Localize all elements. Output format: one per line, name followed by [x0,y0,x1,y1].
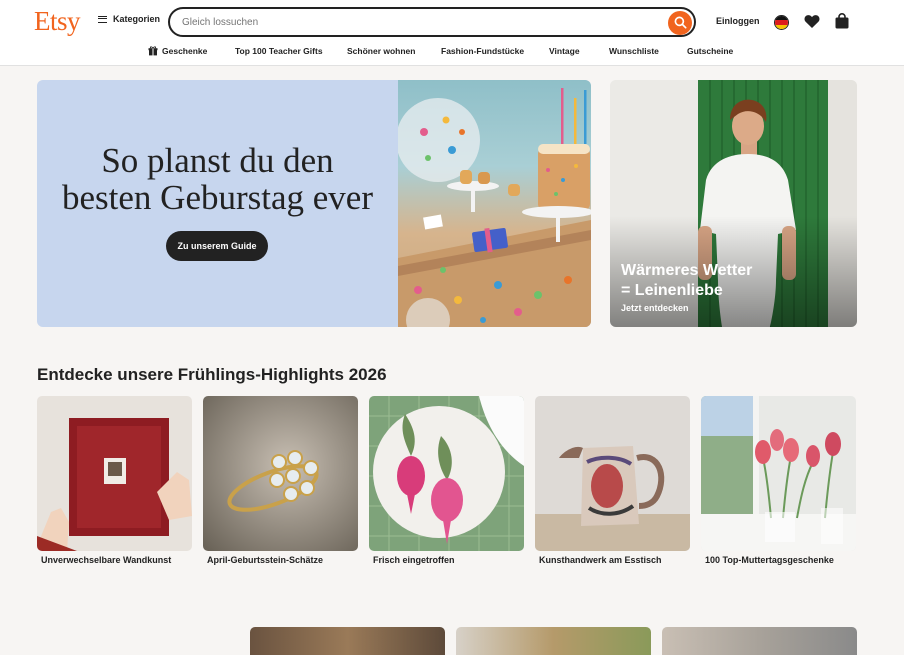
nav-item-vintage[interactable]: Vintage [549,46,580,56]
categories-button[interactable]: Kategorien [98,14,160,24]
hero-banner[interactable]: So planst du den besten Geburstag ever Z… [37,80,591,327]
bottom-teaser-image[interactable] [662,627,857,655]
search-bar [168,7,696,37]
card-label: Unverwechselbare Wandkunst [41,555,172,565]
linen-banner-link[interactable]: Jetzt entdecken [621,303,689,313]
menu-icon [98,15,107,23]
bottom-teaser-image[interactable] [456,627,651,655]
highlight-card-geburtsstein[interactable]: April-Geburtsstein-Schätze [203,396,358,565]
wall-art-image [37,396,192,551]
nav-label: Wunschliste [609,46,659,56]
nav-item-teacher-gifts[interactable]: Top 100 Teacher Gifts [235,46,323,56]
nav-item-fashion[interactable]: Fashion-Fundstücke [441,46,524,56]
search-icon [674,16,687,29]
birthstone-ring-image [203,396,358,551]
linen-banner[interactable]: Wärmeres Wetter = Leinenliebe Jetzt entd… [610,80,857,327]
nav-label: Schöner wohnen [347,46,416,56]
card-label: April-Geburtsstein-Schätze [207,555,324,565]
card-label: Kunsthandwerk am Esstisch [539,555,662,565]
login-button[interactable]: Einloggen [716,16,760,26]
hero-title: So planst du den besten Geburstag ever [47,142,388,216]
highlight-card-wandkunst[interactable]: Unverwechselbare Wandkunst [37,396,192,565]
new-arrivals-image [369,396,524,551]
nav-item-schoener-wohnen[interactable]: Schöner wohnen [347,46,415,56]
hero-title-line: besten Geburstag ever [62,178,373,217]
shopping-bag-icon[interactable] [835,13,849,29]
birthday-party-image [396,80,591,327]
guide-button[interactable]: Zu unserem Guide [166,231,268,261]
top-bar: Etsy Kategorien Einloggen [0,0,904,44]
etsy-logo[interactable]: Etsy [34,6,81,37]
nav-item-geschenke[interactable]: Geschenke [148,46,207,56]
highlights-title: Entdecke unsere Frühlings-Highlights 202… [37,365,387,384]
nav-label: Fashion-Fundstücke [441,46,525,56]
highlight-card-kunsthandwerk[interactable]: Kunsthandwerk am Esstisch [535,396,690,565]
linen-banner-title-line: = Leinenliebe [621,282,723,299]
category-nav: Geschenke Top 100 Teacher Gifts Schöner … [0,44,904,66]
categories-label: Kategorien [113,14,161,24]
linen-banner-title: Wärmeres Wetter = Leinenliebe [621,261,821,301]
nav-item-wunschliste[interactable]: Wunschliste [609,46,659,56]
highlight-card-frisch[interactable]: Frisch eingetroffen [369,396,524,565]
gift-icon [148,46,158,56]
germany-flag-icon[interactable] [774,15,789,30]
search-button[interactable] [668,10,692,35]
tulip-image [701,396,856,551]
linen-banner-title-line: Wärmeres Wetter [621,262,753,279]
nav-label: Gutscheine [687,46,734,56]
nav-label: Top 100 Teacher Gifts [235,46,323,56]
bottom-teaser-image[interactable] [250,627,445,655]
birthday-illustration [396,88,591,327]
card-label: Frisch eingetroffen [373,555,455,565]
highlight-card-muttertag[interactable]: 100 Top-Muttertagsgeschenke [701,396,856,565]
hero-text-panel: So planst du den besten Geburstag ever Z… [37,80,398,327]
nav-label: Geschenke [162,46,208,56]
card-label: 100 Top-Muttertagsgeschenke [705,555,834,565]
heart-icon[interactable] [804,14,820,29]
nav-label: Vintage [549,46,580,56]
ceramic-jug-image [535,396,690,551]
hero-title-line: So planst du den [101,141,334,180]
search-input[interactable] [182,15,652,30]
nav-item-gutscheine[interactable]: Gutscheine [687,46,733,56]
